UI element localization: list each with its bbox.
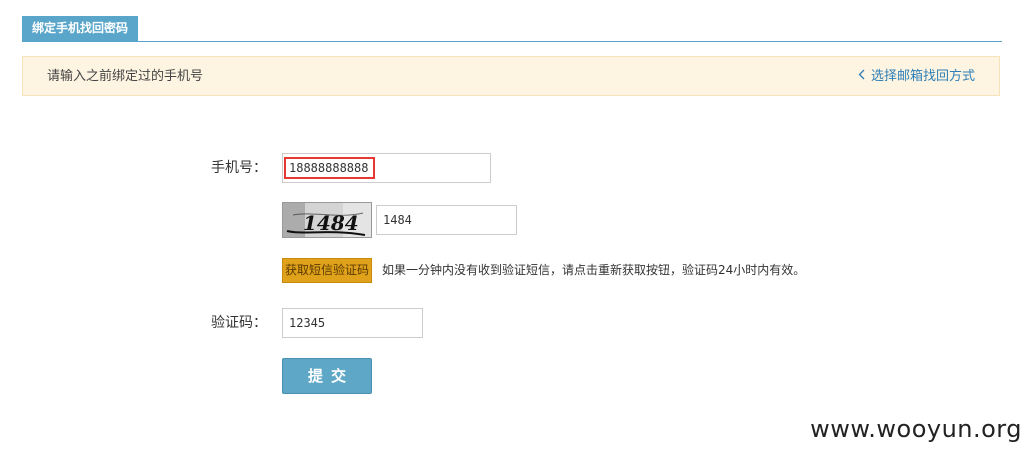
tab-bind-phone-recover[interactable]: 绑定手机找回密码 — [22, 16, 139, 41]
notice-bar: 请输入之前绑定过的手机号 选择邮箱找回方式 — [22, 56, 1000, 96]
tab-bar: 绑定手机找回密码 — [22, 16, 1002, 42]
get-sms-code-button[interactable]: 获取短信验证码 — [282, 258, 372, 283]
captcha-image[interactable]: 1484 — [282, 202, 372, 238]
phone-input[interactable] — [282, 153, 491, 183]
submit-button[interactable]: 提交 — [282, 358, 372, 394]
captcha-text: 1484 — [303, 211, 359, 235]
watermark: www.wooyun.org — [810, 415, 1022, 443]
chevron-left-icon — [858, 57, 865, 97]
code-input[interactable] — [282, 308, 423, 338]
sms-hint-text: 如果一分钟内没有收到验证短信，请点击重新获取按钮，验证码24小时内有效。 — [382, 263, 806, 277]
recover-password-page: 绑定手机找回密码 请输入之前绑定过的手机号 选择邮箱找回方式 手机号： 1484… — [0, 0, 1030, 455]
captcha-input[interactable] — [376, 205, 517, 235]
email-recover-link[interactable]: 选择邮箱找回方式 — [858, 57, 975, 97]
notice-text: 请输入之前绑定过的手机号 — [47, 69, 204, 84]
phone-label: 手机号： — [211, 160, 267, 176]
email-recover-link-label: 选择邮箱找回方式 — [870, 69, 975, 84]
code-label: 验证码： — [211, 315, 267, 331]
